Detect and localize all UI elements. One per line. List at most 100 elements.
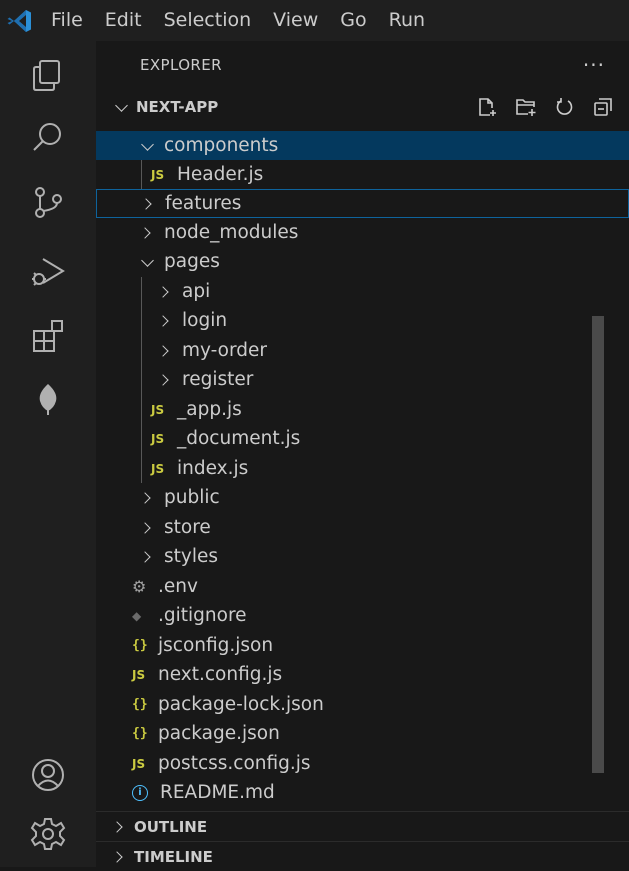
source-control-icon[interactable] bbox=[0, 174, 96, 230]
tree-item-label: features bbox=[165, 193, 242, 214]
tree-item-label: jsconfig.json bbox=[158, 635, 274, 656]
mongodb-leaf-icon[interactable] bbox=[0, 371, 96, 427]
tree-item-jsconfig-json[interactable]: {} jsconfig.json bbox=[96, 631, 629, 660]
tree-item-label: node_modules bbox=[164, 222, 299, 243]
refresh-icon[interactable] bbox=[555, 97, 575, 117]
tree-item-postcss-config-js[interactable]: JS postcss.config.js bbox=[96, 749, 629, 778]
tree-item-label: public bbox=[164, 487, 220, 508]
tree-item-styles[interactable]: styles bbox=[96, 542, 629, 571]
chevron-right-icon bbox=[138, 225, 160, 241]
chevron-right-icon bbox=[110, 819, 132, 835]
tree-item-label: .gitignore bbox=[158, 605, 247, 626]
tree-item-label: register bbox=[182, 369, 254, 390]
tree-item-login[interactable]: login bbox=[96, 306, 629, 335]
tree-item-features[interactable]: features bbox=[96, 189, 629, 218]
menu-file[interactable]: File bbox=[40, 0, 94, 41]
menu-selection[interactable]: Selection bbox=[153, 0, 263, 41]
tree-item-label: package-lock.json bbox=[158, 694, 324, 715]
tree-item-header-js[interactable]: JS Header.js bbox=[96, 160, 629, 189]
tree-item-pages[interactable]: pages bbox=[96, 247, 629, 276]
tree-item-label: my-order bbox=[182, 340, 267, 361]
javascript-file-icon: JS bbox=[132, 667, 146, 682]
tree-item-package-json[interactable]: {} package.json bbox=[96, 719, 629, 748]
json-braces-icon: {} bbox=[132, 638, 148, 653]
menu-go[interactable]: Go bbox=[329, 0, 377, 41]
new-file-icon[interactable] bbox=[477, 97, 497, 117]
tree-item-app-js[interactable]: JS _app.js bbox=[96, 395, 629, 424]
run-debug-icon[interactable] bbox=[0, 243, 96, 299]
javascript-file-icon: JS bbox=[151, 431, 165, 446]
chevron-right-icon bbox=[156, 372, 178, 388]
explorer-title: EXPLORER bbox=[140, 56, 222, 74]
tree-item-document-js[interactable]: JS _document.js bbox=[96, 424, 629, 453]
search-icon[interactable] bbox=[0, 109, 96, 165]
tree-item-index-js[interactable]: JS index.js bbox=[96, 454, 629, 483]
tree-item-label: README.md bbox=[160, 782, 275, 803]
tree-item-node-modules[interactable]: node_modules bbox=[96, 218, 629, 247]
tree-item-my-order[interactable]: my-order bbox=[96, 336, 629, 365]
title-bar: File Edit Selection View Go Run bbox=[0, 0, 629, 41]
tree-item-store[interactable]: store bbox=[96, 513, 629, 542]
outline-title: OUTLINE bbox=[134, 817, 208, 836]
tree-item-label: Header.js bbox=[177, 164, 264, 185]
outline-section-header[interactable]: OUTLINE bbox=[96, 811, 629, 841]
scrollbar-thumb[interactable] bbox=[592, 316, 604, 773]
chevron-right-icon bbox=[139, 196, 161, 212]
tree-item-label: api bbox=[182, 281, 211, 302]
javascript-file-icon: JS bbox=[151, 461, 165, 476]
json-braces-icon: {} bbox=[132, 697, 148, 712]
javascript-file-icon: JS bbox=[132, 756, 146, 771]
tree-item-label: components bbox=[164, 135, 279, 156]
info-icon: i bbox=[132, 784, 148, 801]
tree-item-label: postcss.config.js bbox=[158, 753, 311, 774]
tree-item-components[interactable]: components bbox=[96, 131, 629, 160]
javascript-file-icon: JS bbox=[151, 402, 165, 417]
tree-item-api[interactable]: api bbox=[96, 277, 629, 306]
chevron-right-icon bbox=[110, 849, 132, 865]
account-icon[interactable] bbox=[0, 747, 96, 803]
chevron-down-icon bbox=[112, 100, 134, 114]
extensions-icon[interactable] bbox=[0, 308, 96, 364]
menu-edit[interactable]: Edit bbox=[94, 0, 153, 41]
activity-bar bbox=[0, 41, 96, 867]
tree-item-label: .env bbox=[158, 576, 198, 597]
tree-item-label: login bbox=[182, 310, 228, 331]
tree-item-label: index.js bbox=[177, 458, 249, 479]
tree-item-package-lock-json[interactable]: {} package-lock.json bbox=[96, 690, 629, 719]
tree-item-label: next.config.js bbox=[158, 664, 283, 685]
chevron-right-icon bbox=[156, 313, 178, 329]
tree-item-label: styles bbox=[164, 546, 219, 567]
tree-item-env[interactable]: ⚙ .env bbox=[96, 572, 629, 601]
tree-item-label: store bbox=[164, 517, 211, 538]
chevron-down-icon bbox=[138, 255, 160, 269]
tree-item-register[interactable]: register bbox=[96, 365, 629, 394]
chevron-right-icon bbox=[138, 490, 160, 506]
json-braces-icon: {} bbox=[132, 726, 148, 741]
tree-item-next-config-js[interactable]: JS next.config.js bbox=[96, 660, 629, 689]
chevron-right-icon bbox=[156, 343, 178, 359]
settings-gear-icon[interactable] bbox=[0, 806, 96, 862]
menu-run[interactable]: Run bbox=[378, 0, 436, 41]
collapse-all-icon[interactable] bbox=[593, 97, 613, 117]
vscode-logo-icon bbox=[0, 0, 40, 41]
explorer-icon[interactable] bbox=[0, 47, 96, 103]
javascript-file-icon: JS bbox=[151, 167, 165, 182]
chevron-down-icon bbox=[138, 139, 160, 153]
chevron-right-icon bbox=[138, 549, 160, 565]
new-folder-icon[interactable] bbox=[515, 97, 537, 117]
tree-item-public[interactable]: public bbox=[96, 483, 629, 512]
chevron-right-icon bbox=[138, 520, 160, 536]
menu-view[interactable]: View bbox=[262, 0, 329, 41]
workspace-root-header[interactable]: NEXT-APP bbox=[96, 92, 629, 122]
more-actions-button[interactable]: ··· bbox=[583, 53, 605, 77]
tree-item-gitignore[interactable]: ◆ .gitignore bbox=[96, 601, 629, 630]
tree-item-label: _app.js bbox=[177, 399, 242, 420]
tree-item-readme-md[interactable]: i README.md bbox=[96, 778, 629, 807]
chevron-right-icon bbox=[156, 284, 178, 300]
workspace-root-name: NEXT-APP bbox=[136, 98, 219, 116]
gear-icon: ⚙ bbox=[132, 577, 147, 596]
menu-bar: File Edit Selection View Go Run bbox=[40, 0, 436, 41]
explorer-sidebar: EXPLORER ··· NEXT-APP components JS Head… bbox=[96, 41, 629, 867]
timeline-title: TIMELINE bbox=[134, 847, 213, 866]
tree-item-label: package.json bbox=[158, 723, 280, 744]
